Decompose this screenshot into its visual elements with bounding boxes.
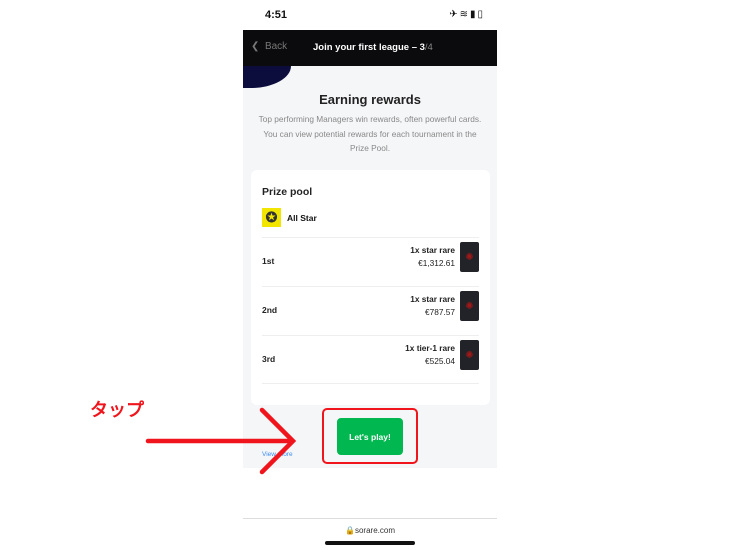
arrow-icon xyxy=(145,407,297,475)
